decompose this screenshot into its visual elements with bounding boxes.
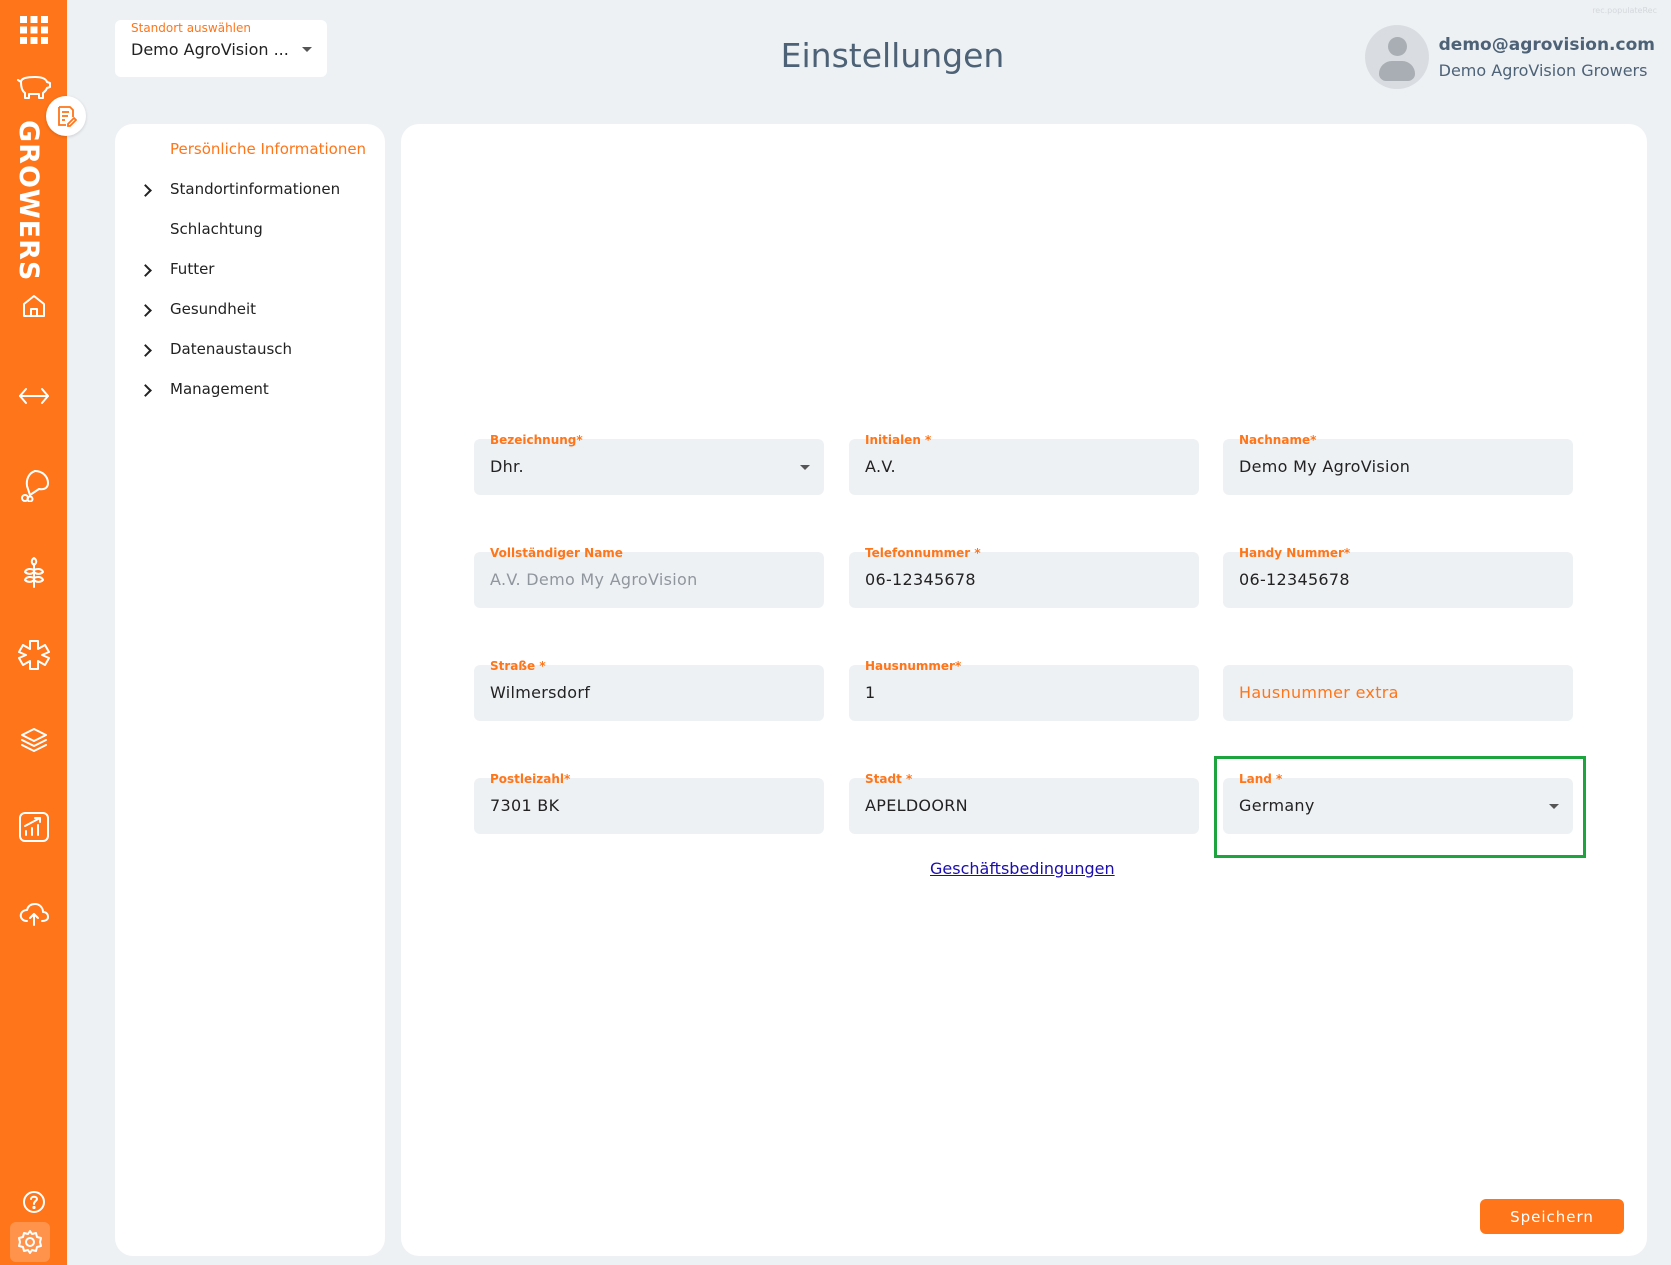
field-value: Wilmersdorf: [490, 683, 591, 702]
title-select[interactable]: Bezeichnung* Dhr.: [474, 433, 824, 495]
user-organization: Demo AgroVision Growers: [1438, 60, 1648, 80]
street-input[interactable]: Straße * Wilmersdorf: [474, 659, 824, 721]
field-label: Telefonnummer *: [865, 546, 981, 560]
chevron-right-icon[interactable]: [139, 264, 152, 277]
gear-icon: [18, 1230, 42, 1254]
subnav-item-site-info[interactable]: Standortinformationen: [170, 180, 340, 198]
chart-icon[interactable]: [0, 808, 67, 846]
field-value: 1: [865, 683, 876, 702]
notes-icon[interactable]: [46, 96, 86, 136]
field-label: Straße *: [490, 659, 546, 673]
phone-input[interactable]: Telefonnummer * 06-12345678: [849, 546, 1199, 608]
field-label: Initialen *: [865, 433, 932, 447]
city-input[interactable]: Stadt * APELDOORN: [849, 772, 1199, 834]
field-value: A.V.: [865, 457, 896, 476]
initials-input[interactable]: Initialen * A.V.: [849, 433, 1199, 495]
field-value: 06-12345678: [1239, 570, 1350, 589]
field-value: Dhr.: [490, 457, 524, 476]
field-value: Demo My AgroVision: [1239, 457, 1411, 476]
chevron-right-icon[interactable]: [139, 304, 152, 317]
user-email: demo@agrovision.com: [1438, 34, 1655, 55]
field-label: Bezeichnung*: [490, 433, 583, 447]
subnav-item-feed[interactable]: Futter: [170, 260, 214, 278]
save-button[interactable]: Speichern: [1480, 1199, 1624, 1234]
field-label: Postleizahl*: [490, 772, 571, 786]
last-name-input[interactable]: Nachname* Demo My AgroVision: [1223, 433, 1573, 495]
settings-nav-item[interactable]: [10, 1222, 50, 1262]
field-label: Stadt *: [865, 772, 913, 786]
help-icon[interactable]: [0, 1186, 67, 1218]
corner-note: rec.populateRec: [1592, 6, 1657, 15]
subnav-item-slaughter[interactable]: Schlachtung: [170, 220, 263, 238]
layers-icon[interactable]: [0, 722, 67, 758]
postal-code-input[interactable]: Postleizahl* 7301 BK: [474, 772, 824, 834]
avatar[interactable]: [1364, 25, 1429, 89]
field-value: 7301 BK: [490, 796, 560, 815]
health-icon[interactable]: [0, 636, 67, 674]
field-placeholder: Hausnummer extra: [1239, 683, 1399, 702]
field-label: Handy Nummer*: [1239, 546, 1351, 560]
chevron-right-icon[interactable]: [139, 384, 152, 397]
mobile-input[interactable]: Handy Nummer* 06-12345678: [1223, 546, 1573, 608]
house-number-extra-input[interactable]: Hausnummer extra: [1223, 665, 1573, 721]
site-selector-label: Standort auswählen: [131, 21, 251, 35]
chevron-right-icon[interactable]: [139, 184, 152, 197]
subnav-item-health[interactable]: Gesundheit: [170, 300, 256, 318]
chevron-right-icon[interactable]: [139, 344, 152, 357]
settings-main-panel: Bezeichnung* Dhr. Initialen * A.V. Nachn…: [401, 124, 1647, 1256]
chevron-down-icon: [800, 465, 810, 470]
subnav-item-data-exchange[interactable]: Datenaustausch: [170, 340, 292, 358]
field-label: Nachname*: [1239, 433, 1317, 447]
full-name-input: Vollständiger Name A.V. Demo My AgroVisi…: [474, 546, 824, 608]
ham-icon[interactable]: [0, 466, 67, 504]
grain-icon[interactable]: [0, 552, 67, 590]
house-number-input[interactable]: Hausnummer* 1: [849, 659, 1199, 721]
field-label: Hausnummer*: [865, 659, 962, 673]
user-profile[interactable]: demo@agrovision.com Demo AgroVision Grow…: [1364, 22, 1655, 92]
subnav-item-management[interactable]: Management: [170, 380, 269, 398]
field-label: Vollständiger Name: [490, 546, 623, 560]
cloud-upload-icon[interactable]: [0, 896, 67, 932]
country-highlight-box: [1214, 756, 1586, 858]
field-value: A.V. Demo My AgroVision: [490, 570, 698, 589]
settings-subnav: Persönliche Informationen Standortinform…: [115, 124, 385, 1256]
transfer-icon[interactable]: [0, 378, 67, 414]
home-icon[interactable]: [0, 288, 67, 324]
field-value: APELDOORN: [865, 796, 968, 815]
subnav-item-personal-info[interactable]: Persönliche Informationen: [170, 140, 366, 158]
field-value: 06-12345678: [865, 570, 976, 589]
terms-link[interactable]: Geschäftsbedingungen: [930, 859, 1115, 878]
left-rail: GROWERS: [0, 0, 67, 1265]
brand-logo: GROWERS: [13, 120, 44, 282]
